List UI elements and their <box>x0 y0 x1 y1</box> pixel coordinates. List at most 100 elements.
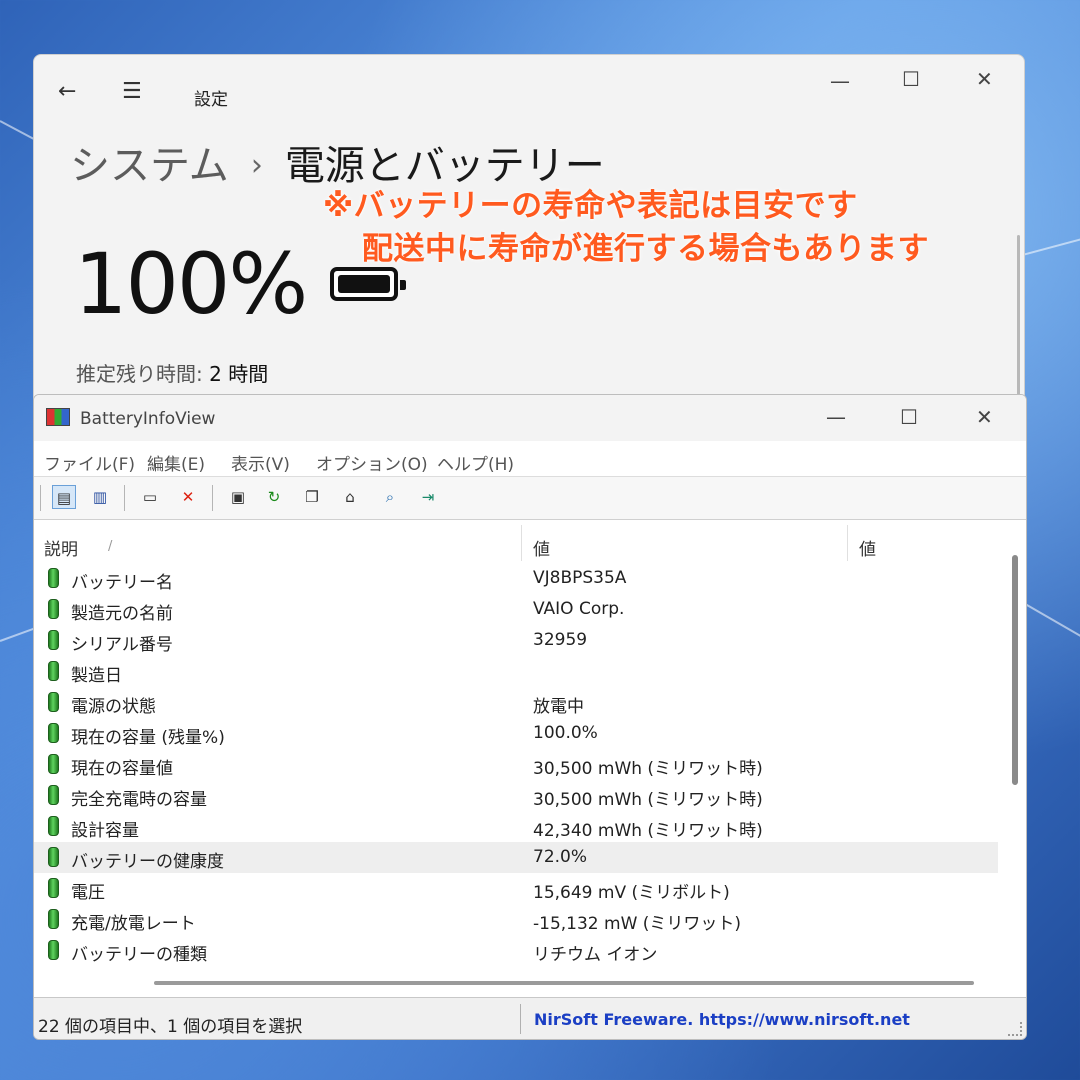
row-value: -15,132 mW (ミリワット) <box>533 914 742 934</box>
battery-item-icon <box>48 847 59 867</box>
biv-titlebar: BatteryInfoView — ☐ ✕ <box>34 395 1026 441</box>
row-label: 完全充電時の容量 <box>71 790 207 810</box>
row-label: 現在の容量値 <box>71 759 173 779</box>
column-divider[interactable] <box>521 525 522 561</box>
row-value: VAIO Corp. <box>533 599 625 619</box>
column-header-description[interactable]: 説明 <box>44 535 78 560</box>
toolbar-separator <box>124 485 125 511</box>
row-label: バッテリーの種類 <box>71 945 207 965</box>
settings-scrollbar[interactable] <box>1017 235 1020 395</box>
battery-fill <box>338 275 390 293</box>
list-view-icon[interactable]: ▤ <box>52 485 76 509</box>
html-report-icon[interactable]: ⌂ <box>338 485 362 509</box>
vertical-scrollbar-thumb[interactable] <box>1012 555 1018 785</box>
battery-item-icon <box>48 661 59 681</box>
row-value: 30,500 mWh (ミリワット時) <box>533 759 763 779</box>
menu-edit[interactable]: 編集(E) <box>147 450 205 475</box>
biv-minimize-button[interactable]: — <box>826 405 846 429</box>
status-bar: 22 個の項目中、1 個の項目を選択 NirSoft Freeware. htt… <box>34 997 1026 1039</box>
settings-app-title: 設定 <box>194 90 228 110</box>
minimize-button[interactable]: — <box>830 69 850 93</box>
delete-icon[interactable]: ✕ <box>176 485 200 509</box>
breadcrumb-system[interactable]: システム <box>70 143 229 189</box>
table-row[interactable]: バッテリーの健康度 72.0% <box>34 842 998 873</box>
table-row[interactable]: 電圧 15,649 mV (ミリボルト) <box>34 873 998 904</box>
detail-view-icon[interactable]: ▥ <box>88 485 112 509</box>
resize-grip-icon[interactable] <box>1008 1022 1022 1036</box>
row-value: 32959 <box>533 630 588 650</box>
estimated-remaining: 推定残り時間: 2 時間 <box>76 358 268 387</box>
find-icon[interactable]: ⌕ <box>378 485 402 509</box>
battery-percentage: 100% <box>74 235 308 333</box>
column-header-value-2[interactable]: 値 <box>859 535 876 560</box>
table-row[interactable]: 現在の容量値 30,500 mWh (ミリワット時) <box>34 749 998 780</box>
battery-item-icon <box>48 909 59 929</box>
column-header-value[interactable]: 値 <box>533 535 550 560</box>
battery-item-icon <box>48 754 59 774</box>
row-value: VJ8BPS35A <box>533 568 627 588</box>
toolbar: ▤ ▥ ▭ ✕ ▣ ↻ ❐ ⌂ ⌕ ⇥ <box>34 477 1026 520</box>
column-divider[interactable] <box>847 525 848 561</box>
battery-item-icon <box>48 723 59 743</box>
toolbar-separator <box>212 485 213 511</box>
remaining-label: 推定残り時間: <box>76 362 203 386</box>
row-value: 15,649 mV (ミリボルト) <box>533 883 730 903</box>
batteryinfoview-app-icon <box>46 408 70 426</box>
battery-info-list: バッテリー名 VJ8BPS35A 製造元の名前 VAIO Corp. シリアル番号 329… <box>34 563 998 966</box>
battery-item-icon <box>48 630 59 650</box>
table-row[interactable]: 完全充電時の容量 30,500 mWh (ミリワット時) <box>34 780 998 811</box>
toolbar-separator <box>40 485 41 511</box>
biv-maximize-button[interactable]: ☐ <box>900 405 918 429</box>
back-arrow-icon[interactable]: ← <box>58 79 76 104</box>
battery-item-icon <box>48 785 59 805</box>
table-row[interactable]: 製造日 <box>34 656 998 687</box>
close-button[interactable]: ✕ <box>976 67 993 91</box>
battery-tip <box>400 280 406 290</box>
table-row[interactable]: 電源の状態 放電中 <box>34 687 998 718</box>
notice-line-1: ※バッテリーの寿命や表記は目安です <box>323 188 858 224</box>
properties-icon[interactable]: ▭ <box>138 485 162 509</box>
menu-view[interactable]: 表示(V) <box>231 450 290 475</box>
status-item-count: 22 個の項目中、1 個の項目を選択 <box>38 1017 303 1037</box>
menu-options[interactable]: オプション(O) <box>316 450 428 475</box>
battery-item-icon <box>48 568 59 588</box>
maximize-button[interactable]: ☐ <box>902 67 920 91</box>
battery-full-icon <box>330 267 406 301</box>
notice-line-2: 配送中に寿命が進行する場合もあります <box>362 231 929 267</box>
row-label: バッテリーの健康度 <box>71 852 224 872</box>
row-value: 72.0% <box>533 847 588 867</box>
row-label: 電源の状態 <box>71 697 156 717</box>
row-label: 製造元の名前 <box>71 604 173 624</box>
table-row[interactable]: バッテリーの種類 リチウム イオン <box>34 935 998 966</box>
row-value: 放電中 <box>533 697 584 717</box>
table-row[interactable]: 現在の容量 (残量%) 100.0% <box>34 718 998 749</box>
remaining-value: 2 時間 <box>209 362 269 386</box>
refresh-icon[interactable]: ↻ <box>262 485 286 509</box>
battery-item-icon <box>48 599 59 619</box>
table-row[interactable]: 製造元の名前 VAIO Corp. <box>34 594 998 625</box>
exit-icon[interactable]: ⇥ <box>416 485 440 509</box>
row-label: 製造日 <box>71 666 122 686</box>
biv-window-title: BatteryInfoView <box>80 409 216 429</box>
horizontal-scrollbar-thumb[interactable] <box>154 981 974 985</box>
row-value: 42,340 mWh (ミリワット時) <box>533 821 763 841</box>
row-label: 現在の容量 (残量%) <box>71 728 225 748</box>
save-icon[interactable]: ▣ <box>226 485 250 509</box>
table-row[interactable]: 充電/放電レート -15,132 mW (ミリワット) <box>34 904 998 935</box>
biv-close-button[interactable]: ✕ <box>976 405 993 429</box>
table-row[interactable]: 設計容量 42,340 mWh (ミリワット時) <box>34 811 998 842</box>
row-label: バッテリー名 <box>71 573 173 593</box>
row-label: 設計容量 <box>71 821 139 841</box>
row-value: 30,500 mWh (ミリワット時) <box>533 790 763 810</box>
battery-item-icon <box>48 816 59 836</box>
nirsoft-link[interactable]: NirSoft Freeware. https://www.nirsoft.ne… <box>534 1010 910 1029</box>
table-row[interactable]: バッテリー名 VJ8BPS35A <box>34 563 998 594</box>
settings-titlebar: ← ☰ 設定 — ☐ ✕ <box>34 55 1024 135</box>
menu-bar: ファイル(F) 編集(E) 表示(V) オプション(O) ヘルプ(H) <box>34 442 1026 477</box>
hamburger-menu-icon[interactable]: ☰ <box>122 79 142 104</box>
menu-help[interactable]: ヘルプ(H) <box>437 450 514 475</box>
battery-item-icon <box>48 692 59 712</box>
table-row[interactable]: シリアル番号 32959 <box>34 625 998 656</box>
copy-icon[interactable]: ❐ <box>300 485 324 509</box>
menu-file[interactable]: ファイル(F) <box>44 450 135 475</box>
